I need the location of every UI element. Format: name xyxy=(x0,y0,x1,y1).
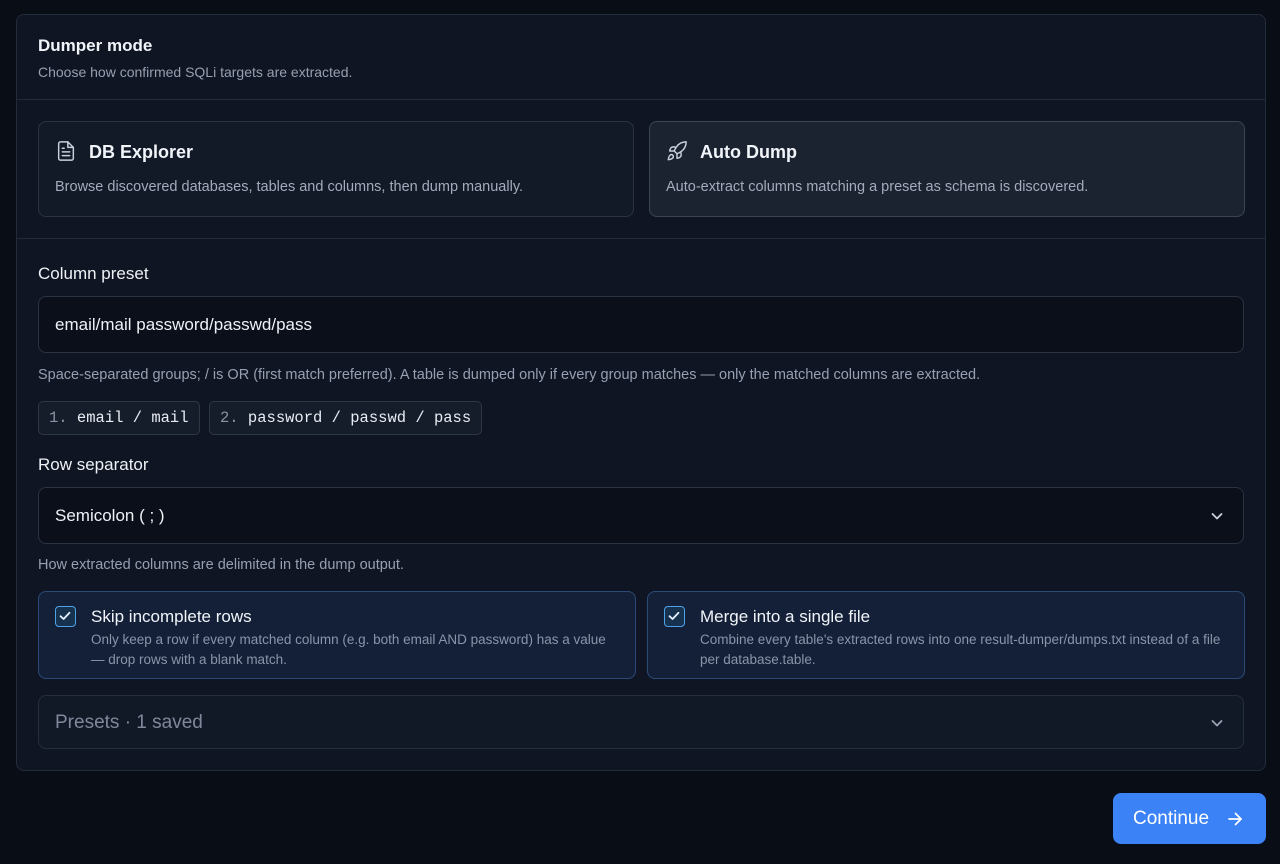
column-preset-help: Space-separated groups; / is OR (first m… xyxy=(38,367,981,383)
merge-single-file-checkbox[interactable] xyxy=(664,606,685,627)
presets-accordion[interactable]: Presets · 1 saved xyxy=(38,695,1244,749)
group-number: 1. xyxy=(49,409,68,427)
continue-button[interactable]: Continue xyxy=(1113,793,1266,844)
mode-title: DB Explorer xyxy=(89,142,194,162)
row-separator-label: Row separator xyxy=(38,455,149,474)
row-separator-select[interactable]: Semicolon ( ; ) xyxy=(38,487,1244,544)
skip-incomplete-checkbox[interactable] xyxy=(55,606,76,627)
skip-incomplete-rows-option[interactable]: Skip incomplete rows Only keep a row if … xyxy=(38,591,636,679)
continue-label: Continue xyxy=(1133,808,1210,829)
check-icon xyxy=(59,611,71,620)
mode-card-auto-dump[interactable]: Auto Dump Auto-extract columns matching … xyxy=(649,121,1245,217)
column-preset-input[interactable] xyxy=(38,296,1244,353)
presets-label: Presets · 1 saved xyxy=(55,712,203,733)
mode-card-db-explorer[interactable]: DB Explorer Browse discovered databases,… xyxy=(38,121,634,217)
column-preset-label: Column preset xyxy=(38,264,149,283)
option-description: Combine every table's extracted rows int… xyxy=(700,632,1221,667)
check-icon xyxy=(668,611,680,620)
section-divider xyxy=(17,238,1265,239)
rocket-icon xyxy=(667,141,687,161)
option-title: Skip incomplete rows xyxy=(91,607,252,626)
mode-title: Auto Dump xyxy=(700,142,797,162)
arrow-right-icon xyxy=(1228,812,1242,826)
dumper-mode-subtitle: Choose how confirmed SQLi targets are ex… xyxy=(38,64,353,80)
mode-description: Browse discovered databases, tables and … xyxy=(55,179,524,195)
dumper-mode-header: Dumper mode Choose how confirmed SQLi ta… xyxy=(17,15,1265,100)
preset-group-chip: 2. password / passwd / pass xyxy=(209,401,483,435)
merge-single-file-option[interactable]: Merge into a single file Combine every t… xyxy=(647,591,1245,679)
chevron-down-icon xyxy=(1211,720,1223,727)
document-icon xyxy=(57,141,75,161)
dumper-settings-panel: Dumper mode Choose how confirmed SQLi ta… xyxy=(16,14,1266,771)
chevron-down-icon xyxy=(1211,513,1223,520)
option-description: Only keep a row if every matched column … xyxy=(91,632,606,667)
group-text: password / passwd / pass xyxy=(247,409,472,427)
preset-group-chip: 1. email / mail xyxy=(38,401,200,435)
mode-description: Auto-extract columns matching a preset a… xyxy=(666,179,1089,195)
dumper-mode-title: Dumper mode xyxy=(38,36,153,55)
option-title: Merge into a single file xyxy=(700,607,871,626)
row-separator-help: How extracted columns are delimited in t… xyxy=(38,557,404,573)
group-number: 2. xyxy=(220,409,239,427)
row-separator-value: Semicolon ( ; ) xyxy=(55,506,165,525)
group-text: email / mail xyxy=(76,409,189,427)
